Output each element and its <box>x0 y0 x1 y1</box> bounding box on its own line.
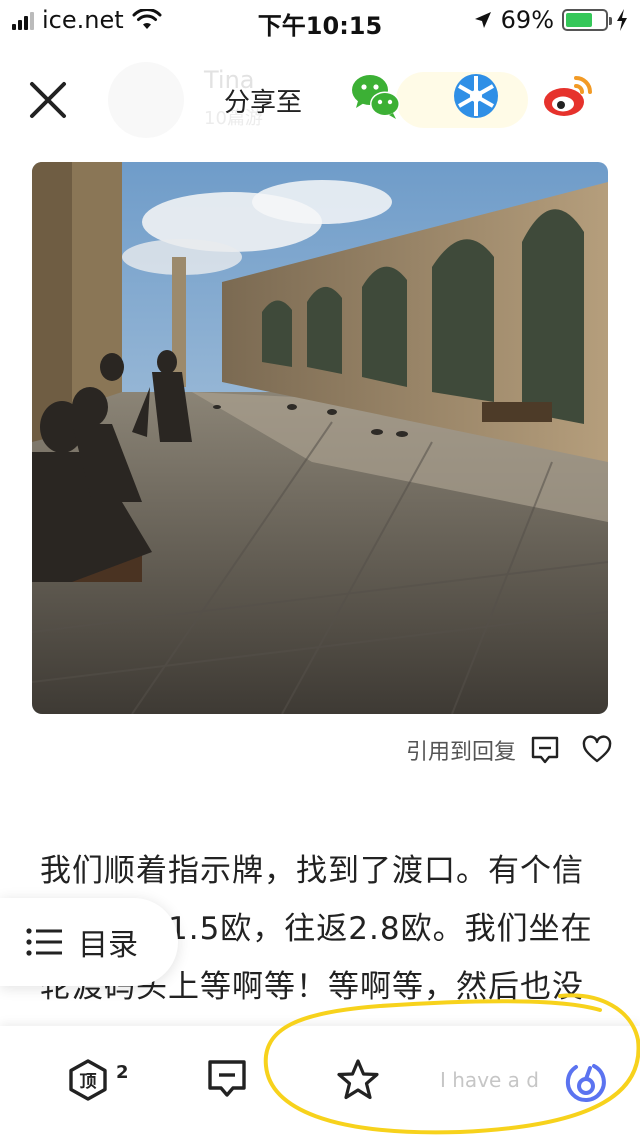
comment-icon[interactable] <box>530 735 560 765</box>
upvote-count: 2 <box>116 1062 129 1083</box>
status-bar: ice.net 下午10:15 69% <box>0 0 640 40</box>
quote-reply-link[interactable]: 引用到回复 <box>406 734 516 766</box>
post-photo[interactable] <box>32 162 608 714</box>
reply-input-hint[interactable]: I have a d <box>440 1068 539 1092</box>
share-header: Tina 10篇游 分享至 <box>0 58 640 142</box>
brand-logo-icon[interactable] <box>564 1060 608 1104</box>
svg-text:顶: 顶 <box>80 1072 97 1092</box>
comment-icon[interactable] <box>206 1058 248 1100</box>
star-icon[interactable] <box>336 1058 380 1102</box>
upvote-icon[interactable]: 顶 <box>66 1058 110 1102</box>
toc-label: 目录 <box>78 928 138 963</box>
share-to-label: 分享至 <box>224 88 303 118</box>
list-icon <box>26 928 62 956</box>
wechat-moments-icon[interactable] <box>448 68 504 124</box>
status-right: 69% <box>473 6 628 34</box>
close-icon[interactable] <box>24 76 72 124</box>
battery-percent: 69% <box>500 6 554 34</box>
bottom-action-bar: 顶 2 I have a d <box>0 1026 640 1136</box>
location-arrow-icon <box>474 12 491 28</box>
weibo-icon[interactable] <box>540 68 596 124</box>
author-avatar <box>108 62 184 138</box>
share-screen: ice.net 下午10:15 69% Tina 10篇游 分享至 引用到回复 … <box>0 0 640 1136</box>
heart-icon[interactable] <box>582 735 612 765</box>
charging-bolt-icon <box>617 9 627 31</box>
wechat-icon[interactable] <box>348 68 404 124</box>
battery-icon <box>562 9 612 31</box>
toc-button[interactable]: 目录 <box>0 898 178 986</box>
photo-actions: 引用到回复 <box>406 734 612 766</box>
